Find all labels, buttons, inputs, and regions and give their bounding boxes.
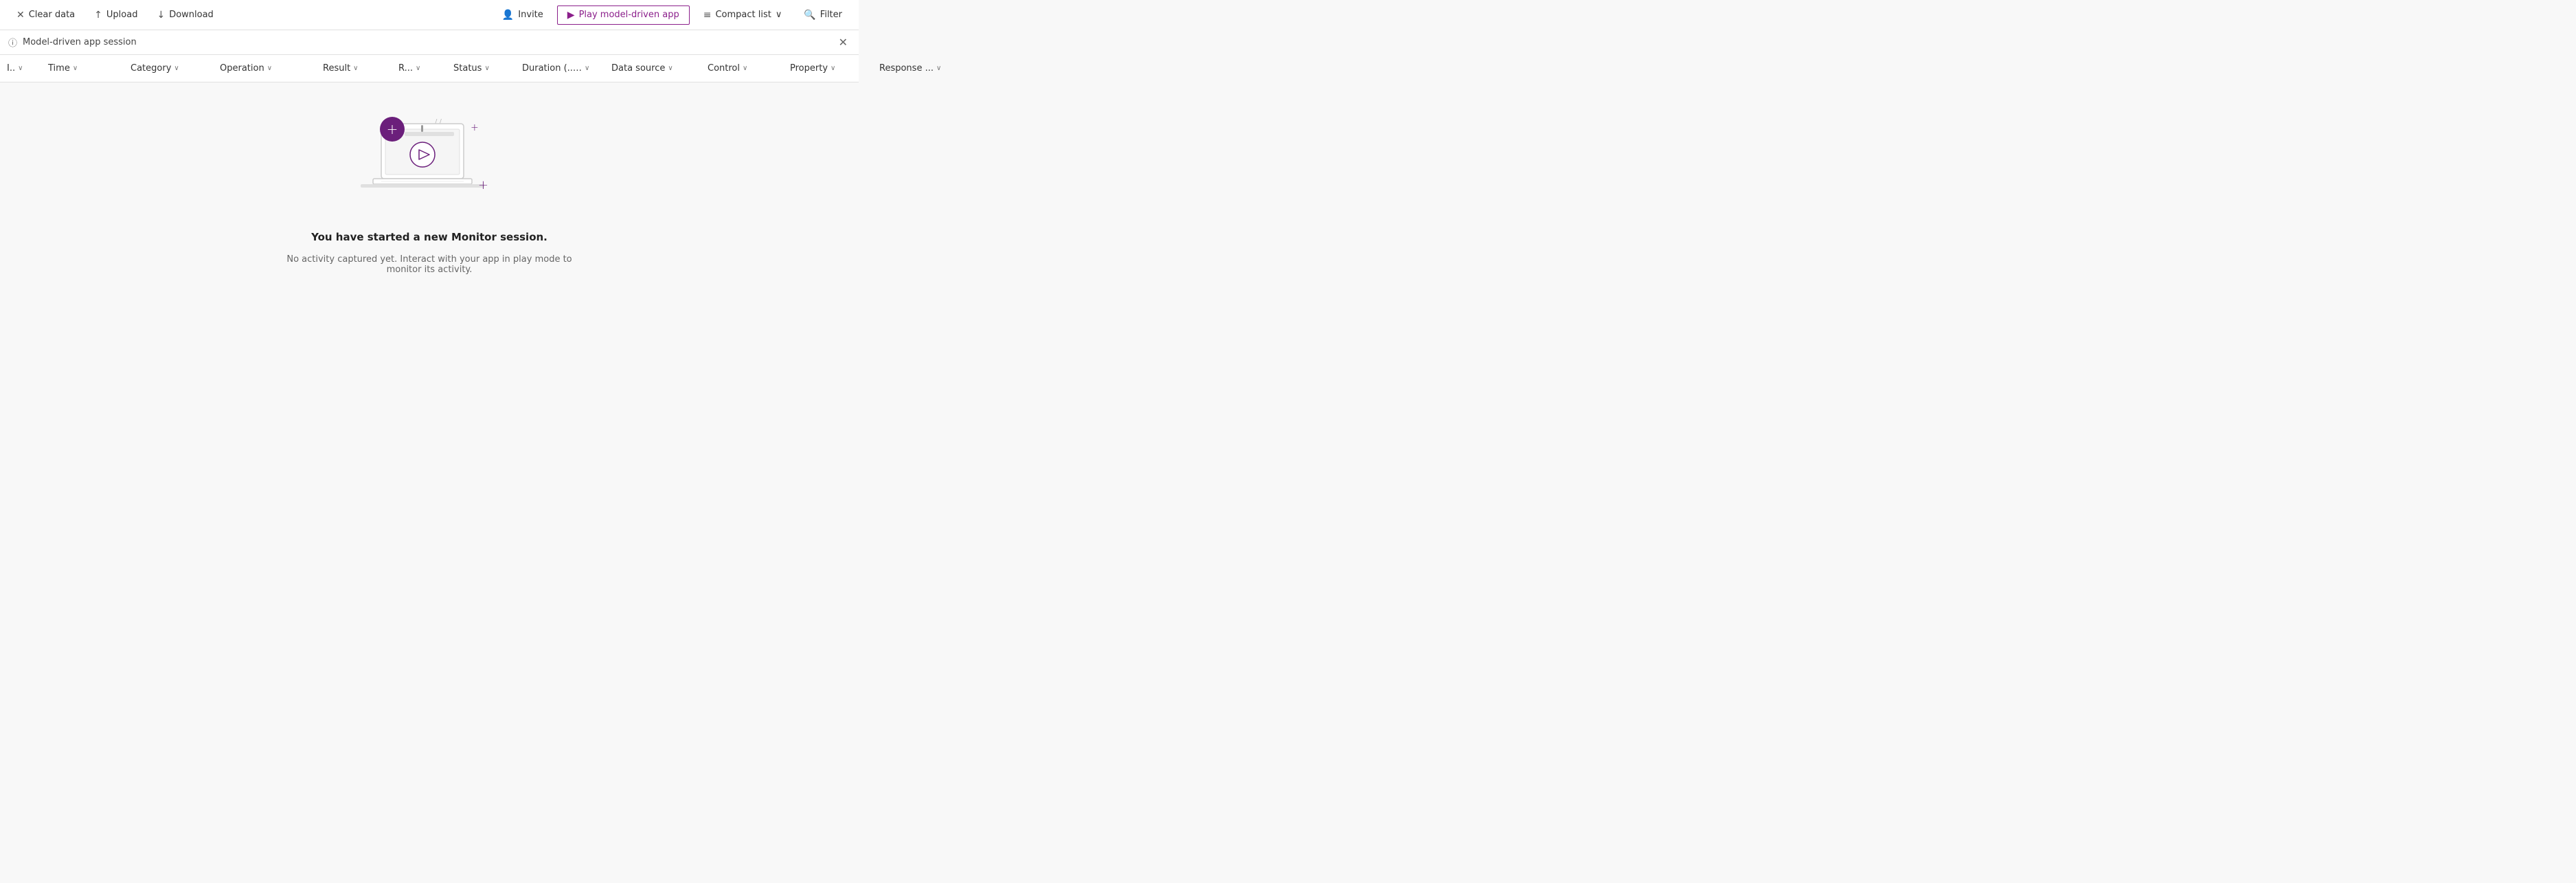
col-response-label: Response ... bbox=[879, 63, 934, 74]
download-label: Download bbox=[169, 10, 214, 20]
clear-data-button[interactable]: ✕ Clear data bbox=[8, 5, 83, 25]
upload-label: Upload bbox=[106, 10, 138, 20]
col-header-category[interactable]: Category ∨ bbox=[124, 55, 213, 82]
upload-button[interactable]: ↑ Upload bbox=[86, 5, 146, 25]
col-control-label: Control bbox=[708, 63, 740, 74]
small-plus-icon: + bbox=[478, 178, 488, 192]
column-headers: I.. ∨ Time ∨ Category ∨ Operation ∨ Resu… bbox=[0, 55, 859, 82]
decorative-dot bbox=[421, 125, 423, 132]
col-r-chevron-icon: ∨ bbox=[416, 65, 420, 72]
toolbar-right: 👤 Invite ▶ Play model-driven app ≡ Compa… bbox=[494, 5, 850, 25]
col-id-chevron-icon: ∨ bbox=[18, 65, 23, 72]
play-icon: ▶ bbox=[567, 10, 575, 21]
play-app-label: Play model-driven app bbox=[579, 10, 679, 20]
clear-icon: ✕ bbox=[16, 10, 25, 21]
compact-list-label: Compact list bbox=[715, 10, 771, 20]
col-operation-label: Operation bbox=[220, 63, 264, 74]
toolbar-left: ✕ Clear data ↑ Upload ↓ Download bbox=[8, 5, 494, 25]
svg-text:+: + bbox=[471, 122, 479, 133]
col-status-chevron-icon: ∨ bbox=[484, 65, 489, 72]
upload-icon: ↑ bbox=[94, 10, 102, 21]
col-control-chevron-icon: ∨ bbox=[743, 65, 747, 72]
session-label: Model-driven app session bbox=[23, 37, 137, 47]
col-header-status[interactable]: Status ∨ bbox=[447, 55, 515, 82]
col-datasource-label: Data source bbox=[611, 63, 665, 74]
col-id-label: I.. bbox=[7, 63, 15, 74]
session-bar: ⓘ Model-driven app session ✕ bbox=[0, 30, 859, 55]
empty-state: + + / / bbox=[285, 110, 574, 275]
col-category-label: Category bbox=[131, 63, 171, 74]
col-status-label: Status bbox=[453, 63, 482, 74]
col-header-control[interactable]: Control ∨ bbox=[701, 55, 783, 82]
toolbar: ✕ Clear data ↑ Upload ↓ Download 👤 Invit… bbox=[0, 0, 859, 30]
col-header-operation[interactable]: Operation ∨ bbox=[213, 55, 316, 82]
col-header-id[interactable]: I.. ∨ bbox=[0, 55, 41, 82]
invite-icon: 👤 bbox=[502, 10, 514, 21]
col-time-label: Time bbox=[48, 63, 70, 74]
filter-button[interactable]: 🔍 Filter bbox=[795, 5, 850, 25]
compact-list-chevron-icon: ∨ bbox=[776, 10, 782, 20]
col-header-property[interactable]: Property ∨ bbox=[783, 55, 872, 82]
invite-label: Invite bbox=[518, 10, 543, 20]
col-operation-chevron-icon: ∨ bbox=[267, 65, 272, 72]
col-result-label: Result bbox=[323, 63, 350, 74]
plus-circle-icon: + bbox=[380, 117, 405, 142]
col-header-datasource[interactable]: Data source ∨ bbox=[605, 55, 701, 82]
empty-state-title: You have started a new Monitor session. bbox=[311, 231, 547, 243]
col-category-chevron-icon: ∨ bbox=[174, 65, 179, 72]
empty-state-illustration: + + / / bbox=[361, 110, 498, 213]
clear-data-label: Clear data bbox=[29, 10, 75, 20]
laptop-svg: + / / bbox=[361, 110, 484, 206]
col-header-duration[interactable]: Duration (..… ∨ bbox=[515, 55, 605, 82]
download-icon: ↓ bbox=[157, 10, 165, 21]
col-response-chevron-icon: ∨ bbox=[936, 65, 941, 72]
col-result-chevron-icon: ∨ bbox=[353, 65, 358, 72]
close-session-button[interactable]: ✕ bbox=[836, 33, 850, 52]
empty-state-subtitle: No activity captured yet. Interact with … bbox=[285, 254, 574, 275]
col-header-time[interactable]: Time ∨ bbox=[41, 55, 124, 82]
col-header-response[interactable]: Response ... ∨ bbox=[872, 55, 975, 82]
info-icon: ⓘ bbox=[8, 36, 17, 49]
col-datasource-chevron-icon: ∨ bbox=[668, 65, 673, 72]
col-duration-chevron-icon: ∨ bbox=[585, 65, 589, 72]
play-model-driven-app-button[interactable]: ▶ Play model-driven app bbox=[557, 5, 690, 25]
col-header-r[interactable]: R... ∨ bbox=[392, 55, 447, 82]
invite-button[interactable]: 👤 Invite bbox=[494, 5, 552, 25]
col-property-label: Property bbox=[790, 63, 828, 74]
col-r-label: R... bbox=[398, 63, 413, 74]
download-button[interactable]: ↓ Download bbox=[148, 5, 221, 25]
filter-label: Filter bbox=[820, 10, 842, 20]
main-content: + + / / bbox=[0, 82, 859, 302]
compact-list-icon: ≡ bbox=[703, 10, 712, 21]
col-time-chevron-icon: ∨ bbox=[73, 65, 78, 72]
col-duration-label: Duration (..… bbox=[522, 63, 582, 74]
col-property-chevron-icon: ∨ bbox=[831, 65, 835, 72]
compact-list-button[interactable]: ≡ Compact list ∨ bbox=[695, 5, 791, 25]
filter-icon: 🔍 bbox=[804, 10, 815, 21]
col-header-result[interactable]: Result ∨ bbox=[316, 55, 392, 82]
